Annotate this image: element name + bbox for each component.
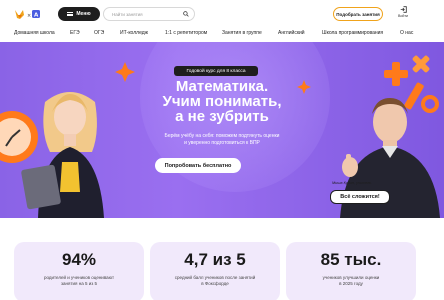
speech-bubble-text: Всё сложится!	[340, 194, 380, 200]
stat-description-line-2: занятия на 5 из 5	[60, 281, 98, 286]
login-icon	[400, 6, 407, 13]
search-icon[interactable]	[183, 11, 189, 17]
nav-item-about[interactable]: О нас	[400, 30, 413, 36]
svg-text:×: ×	[27, 13, 31, 19]
nav-item-programming[interactable]: Школа программирования	[322, 30, 383, 36]
nav-item-english[interactable]: Английский	[278, 30, 305, 36]
hero-title-line-3: а не зубрить	[175, 108, 269, 125]
plus-shape	[384, 62, 408, 86]
speech-bubble: Всё сложится!	[330, 190, 390, 204]
course-badge: Годовой курс для 8 класса	[174, 66, 258, 76]
try-free-button[interactable]: Попробовать бесплатно	[155, 158, 241, 173]
clock-illustration	[0, 111, 38, 163]
login-button[interactable]: Войти	[395, 6, 411, 24]
try-free-label: Попробовать бесплатно	[164, 162, 232, 169]
stat-description-line-2: в Фоксфорде	[201, 281, 229, 286]
course-badge-label: Годовой курс для 8 класса	[186, 68, 246, 74]
main-nav: Домашняя школа ЕГЭ ОГЭ ИТ-колледж 1:1 с …	[0, 28, 444, 40]
find-classes-label: Подобрать занятия	[336, 11, 380, 17]
stat-description: родителей и учеников оценивают занятия н…	[14, 275, 144, 287]
hero-title-line-1: Математика.	[175, 78, 269, 95]
nav-item-it-college[interactable]: ИТ-колледж	[120, 30, 148, 36]
stat-description: средний балл учеников после занятий в Фо…	[150, 275, 280, 287]
nav-item-group[interactable]: Занятия в группе	[222, 30, 262, 36]
multiply-shape	[412, 55, 430, 73]
percent-shape	[404, 82, 439, 113]
hero-title-line-2: Учим понимать,	[162, 93, 282, 110]
stat-card: 85 тыс. учеников улучшили оценки в 2025 …	[286, 242, 416, 300]
search-input[interactable]: Найти занятия	[103, 7, 195, 21]
menu-label: Меню	[76, 11, 91, 17]
stat-value: 85 тыс.	[320, 250, 382, 269]
nav-item-oge[interactable]: ОГЭ	[94, 30, 104, 36]
student-photo	[21, 92, 104, 218]
stat-value: 94%	[61, 250, 97, 269]
hero-subtitle: Берём учёбу на себя: поможем подтянуть о…	[132, 133, 312, 147]
hero-title: Математика. Учим понимать, а не зубрить	[122, 79, 322, 124]
nav-item-tutor[interactable]: 1:1 с репетитором	[165, 30, 207, 36]
hamburger-icon	[67, 12, 74, 16]
nav-item-home-school[interactable]: Домашняя школа	[14, 30, 55, 36]
stats-section: 94% родителей и учеников оценивают занят…	[0, 228, 444, 300]
foxford-logo[interactable]: × А	[14, 7, 42, 21]
stat-card: 4,7 из 5 средний балл учеников после зан…	[150, 242, 280, 300]
header: × А Меню Найти занятия Подобрать занятия…	[0, 0, 444, 27]
search-placeholder: Найти занятия	[112, 11, 143, 17]
login-label: Войти	[397, 14, 409, 18]
teacher-caption: Миша Кудин, учитель	[332, 181, 372, 185]
stat-description-line-2: в 2025 году	[339, 281, 363, 286]
stat-card: 94% родителей и учеников оценивают занят…	[14, 242, 144, 300]
hero-subtitle-line-2: и уверенно подготовиться к ВПР	[184, 140, 260, 146]
svg-text:А: А	[34, 13, 39, 19]
hero-subtitle-line-1: Берём учёбу на себя: поможем подтянуть о…	[164, 133, 280, 139]
menu-button[interactable]: Меню	[58, 7, 100, 21]
stat-value: 4,7 из 5	[184, 250, 246, 269]
stat-description: учеников улучшили оценки в 2025 году	[286, 275, 416, 287]
find-classes-button[interactable]: Подобрать занятия	[333, 7, 383, 21]
nav-item-ege[interactable]: ЕГЭ	[70, 30, 80, 36]
